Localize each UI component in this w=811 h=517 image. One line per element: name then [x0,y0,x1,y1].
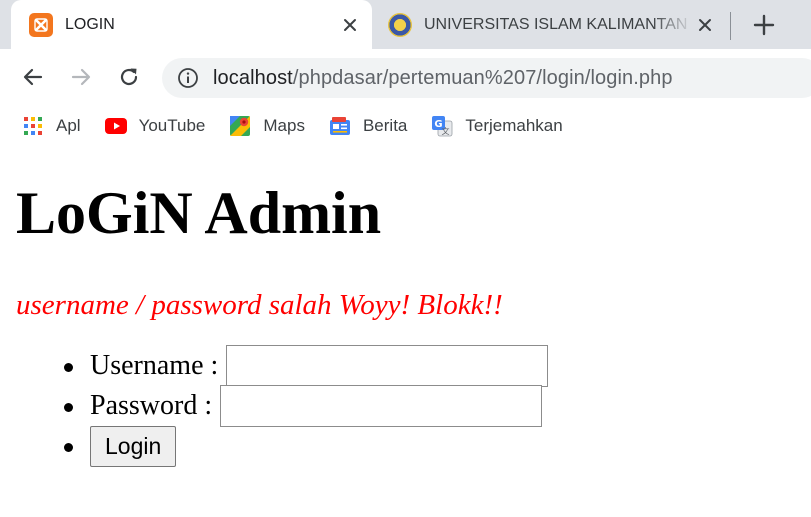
back-icon[interactable] [20,64,46,90]
tab-login[interactable]: LOGIN [11,0,372,49]
url-path: /phpdasar/pertemuan%207/login/login.php [292,66,673,89]
maps-icon [229,115,251,137]
tab-divider [730,12,731,40]
browser-toolbar: localhost/phpdasar/pertemuan%207/login/l… [0,49,811,106]
tab-title: LOGIN [65,15,115,33]
list-item-password: Password : [16,385,811,427]
list-item-login: Login [16,425,811,467]
password-input[interactable] [220,385,543,427]
login-form: Username : Password : Login [16,320,811,467]
username-input[interactable] [226,345,549,387]
close-icon[interactable] [338,13,362,37]
bookmark-label: Terjemahkan [465,116,563,135]
bookmark-maps[interactable]: Maps [229,115,305,137]
bookmark-label: YouTube [138,116,206,135]
apps-grid-icon [22,115,44,137]
translate-icon: G 文 [431,115,453,137]
bookmark-label: Apl [56,116,81,135]
bookmarks-bar: Apl YouTube Maps Berita G 文 Terjemahkan [0,106,811,146]
new-tab-icon[interactable] [751,12,777,38]
bookmark-apps[interactable]: Apl [22,115,81,137]
password-label: Password : [90,390,213,421]
url-host: localhost [213,66,293,89]
bookmark-terjemahkan[interactable]: G 文 Terjemahkan [431,115,563,137]
close-icon[interactable] [693,13,717,37]
university-seal-icon [388,12,412,37]
xampp-icon [29,12,53,37]
forward-icon[interactable] [68,64,94,90]
bookmark-label: Berita [362,116,408,135]
tab-title: UNIVERSITAS ISLAM KALIMANTAN [424,15,688,33]
username-label: Username : [90,350,219,381]
reload-icon[interactable] [116,64,142,90]
page-title: LoGiN Admin [16,180,382,246]
page-content: LoGiN Admin username / password salah Wo… [0,146,811,467]
login-button[interactable]: Login [90,425,177,467]
url-text: localhost/phpdasar/pertemuan%207/login/l… [213,67,673,90]
news-icon [329,115,351,137]
bookmark-label: Maps [263,116,305,135]
bookmark-youtube[interactable]: YouTube [104,115,206,137]
bookmark-berita[interactable]: Berita [329,115,407,137]
address-bar[interactable]: localhost/phpdasar/pertemuan%207/login/l… [162,58,811,98]
error-message: username / password salah Woyy! Blokk!! [16,289,503,321]
youtube-icon [104,115,127,137]
tab-strip: LOGIN UNIVERSITAS ISLAM KALIMANTAN [0,0,811,49]
tab-universitas[interactable]: UNIVERSITAS ISLAM KALIMANTAN [372,0,727,49]
form-list: Username : Password : Login [16,320,811,467]
list-item-username: Username : [16,345,811,387]
info-icon[interactable] [177,67,199,89]
svg-text:文: 文 [442,126,450,136]
